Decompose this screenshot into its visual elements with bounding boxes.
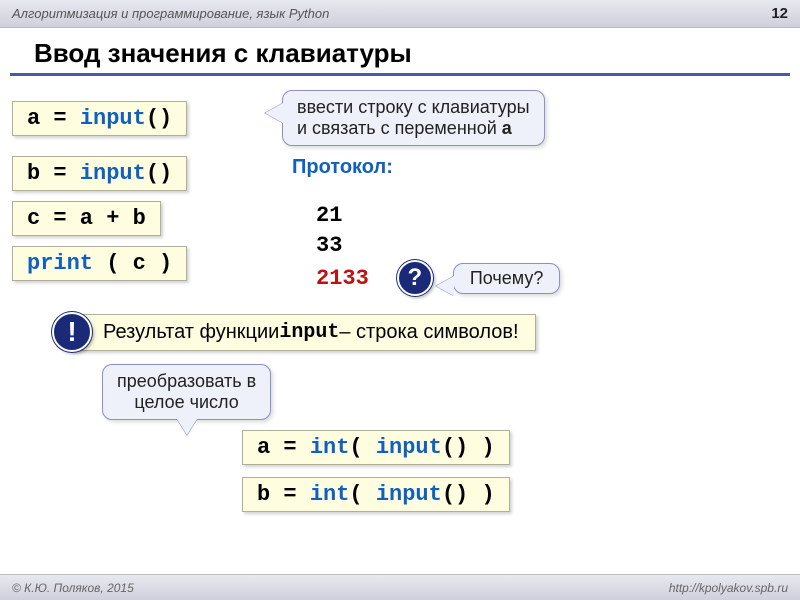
protocol-value-1: 21 (316, 201, 560, 231)
page-number: 12 (771, 5, 788, 22)
slide-title: Ввод значения с клавиатуры (10, 28, 790, 76)
code-line-4: print ( c ) (12, 246, 187, 281)
footer-url: http://kpolyakov.spb.ru (669, 581, 788, 595)
code-line-3: c = a + b (12, 201, 161, 236)
protocol-result: 2133 (316, 264, 369, 294)
callout-convert: преобразовать в целое число (102, 364, 271, 420)
code-line-6: b = int( input() ) (242, 477, 510, 512)
question-badge-icon: ? (397, 260, 433, 296)
protocol-label: Протокол: (292, 156, 393, 179)
callout-tail-icon (436, 276, 454, 296)
protocol-value-2: 33 (316, 231, 560, 261)
code-line-1: a = input() (12, 101, 187, 136)
slide-header: Алгоритмизация и программирование, язык … (0, 0, 800, 28)
footer-copyright: © К.Ю. Поляков, 2015 (12, 581, 134, 595)
code-line-5: a = int( input() ) (242, 430, 510, 465)
result-text-3: – строка символов! (339, 321, 518, 344)
callout-line2: и связать с переменной a (297, 118, 530, 139)
callout-convert-l1: преобразовать в (117, 371, 256, 392)
callout-tail-icon (265, 103, 283, 123)
callout-tail-down-icon (177, 419, 197, 435)
code-line-2: b = input() (12, 156, 187, 191)
callout-why: Почему? (453, 263, 561, 294)
result-text-func: input (279, 321, 339, 344)
callout-convert-l2: целое число (117, 392, 256, 413)
slide-footer: © К.Ю. Поляков, 2015 http://kpolyakov.sp… (0, 574, 800, 600)
callout-why-text: Почему? (470, 268, 544, 288)
result-note: Результат функции input – строка символо… (72, 314, 536, 351)
result-text-1: Результат функции (103, 321, 279, 344)
callout-line1: ввести строку с клавиатуры (297, 97, 530, 118)
slide-content: a = input() ввести строку с клавиатуры и… (0, 90, 800, 512)
header-subject: Алгоритмизация и программирование, язык … (12, 6, 329, 21)
callout-input-desc: ввести строку с клавиатуры и связать с п… (282, 90, 545, 146)
